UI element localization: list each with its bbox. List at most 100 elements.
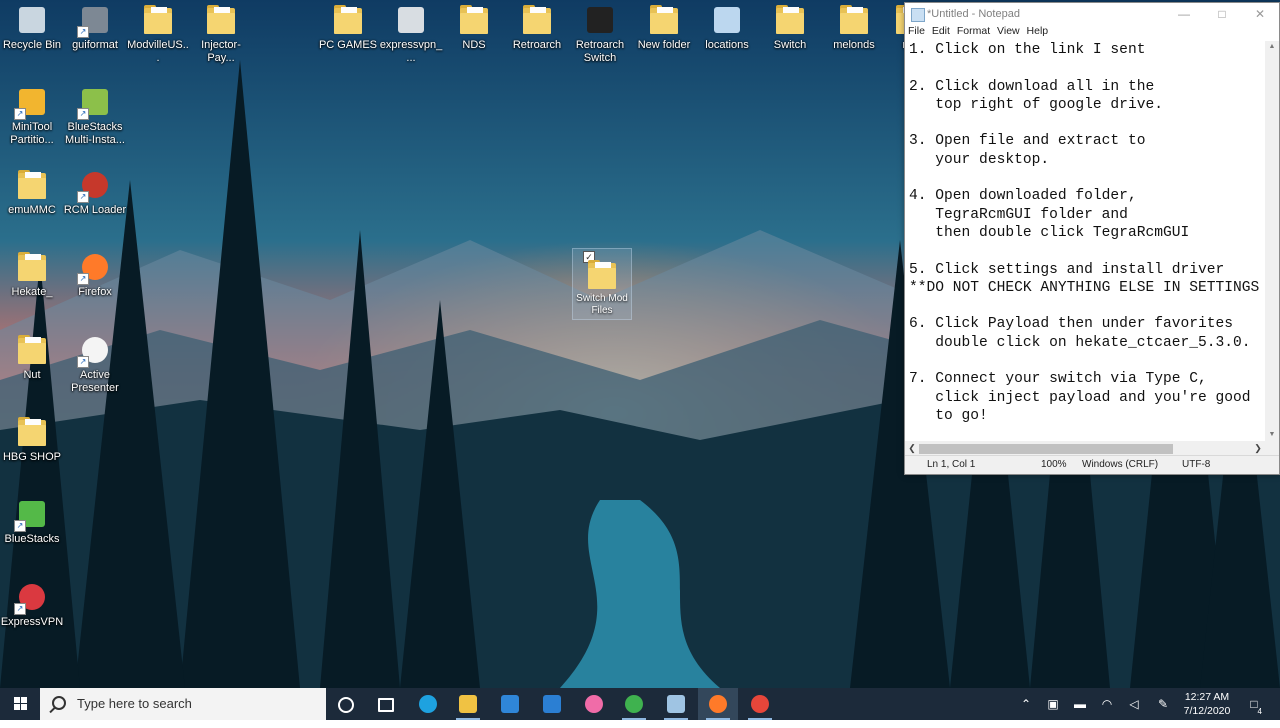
desktop-selected-folder[interactable]: ✓ Switch Mod Files xyxy=(572,248,632,320)
notepad-window[interactable]: *Untitled - Notepad — □ ✕ File Edit Form… xyxy=(904,2,1280,475)
editor-line: double click on hekate_ctcaer_5.3.0. xyxy=(909,334,1251,351)
shortcut-arrow-icon: ↗ xyxy=(14,520,26,532)
scrollbar-corner xyxy=(1265,441,1279,456)
notepad-titlebar[interactable]: *Untitled - Notepad — □ ✕ xyxy=(905,3,1279,25)
editor-line: **DO NOT CHECK ANYTHING ELSE IN SETTINGS xyxy=(909,279,1260,296)
desktop-icon[interactable]: Injector-Pay... xyxy=(189,4,253,65)
status-line-ending: Windows (CRLF) xyxy=(1082,459,1159,470)
folder-icon xyxy=(774,4,806,36)
taskbar-app-notepad[interactable] xyxy=(656,688,696,720)
desktop-icon-label: MiniTool Partitio... xyxy=(10,121,54,146)
desktop-icon[interactable]: ↗ BlueStacks Multi-Insta... xyxy=(63,86,127,147)
desktop-icon[interactable]: locations xyxy=(695,4,759,52)
desktop-icon[interactable]: Retroarch Switch xyxy=(568,4,632,65)
folder-icon xyxy=(521,4,553,36)
menu-file[interactable]: File xyxy=(908,25,925,37)
desktop-icon[interactable]: emuMMC xyxy=(0,169,64,217)
start-button[interactable] xyxy=(0,688,40,720)
taskbar-app-firefox[interactable] xyxy=(698,688,738,720)
desktop-icon[interactable]: Switch xyxy=(758,4,822,52)
desktop-icon[interactable]: HBG SHOP xyxy=(0,416,64,464)
chevron-up-icon[interactable]: ⌃ xyxy=(1013,688,1039,720)
shortcut-arrow-icon: ↗ xyxy=(77,356,89,368)
desktop-icon[interactable]: ↗ BlueStacks xyxy=(0,498,64,546)
active-presenter-icon: ↗ xyxy=(77,334,111,368)
horizontal-scroll-thumb[interactable] xyxy=(919,444,1173,454)
folder-icon xyxy=(142,4,174,36)
desktop-icon[interactable]: New folder xyxy=(632,4,696,52)
desktop-icon-label: PC GAMES xyxy=(318,39,378,51)
shortcut-arrow-icon: ↗ xyxy=(14,603,26,615)
wifi-icon[interactable]: ◠ xyxy=(1094,688,1120,720)
editor-line: ​ xyxy=(909,242,1265,260)
status-zoom: 100% xyxy=(1041,459,1067,470)
desktop-icon-label: HBG SHOP xyxy=(2,451,62,463)
desktop-icon[interactable]: Recycle Bin xyxy=(0,4,64,52)
editor-line: then double click TegraRcmGUI xyxy=(909,224,1190,241)
desktop-icon-label: Injector-Pay... xyxy=(201,39,241,64)
desktop-icon[interactable]: ↗ Active Presenter xyxy=(63,334,127,395)
desktop-icon[interactable]: melonds xyxy=(822,4,886,52)
desktop-icon-label: Retroarch Switch xyxy=(575,39,625,64)
menu-view[interactable]: View xyxy=(997,25,1020,37)
desktop-icon[interactable]: Retroarch xyxy=(505,4,569,52)
windows-logo-icon xyxy=(14,697,27,710)
taskbar-app-mail[interactable] xyxy=(532,688,572,720)
desktop-icon[interactable]: Nut xyxy=(0,334,64,382)
notification-center-button[interactable]: □ 4 xyxy=(1242,688,1266,720)
search-icon xyxy=(52,696,66,710)
scroll-up-icon[interactable]: ▲ xyxy=(1265,41,1279,53)
notepad-icon xyxy=(667,695,685,713)
security-icon[interactable]: ▣ xyxy=(1040,688,1066,720)
vertical-scrollbar[interactable]: ▲ ▼ xyxy=(1265,41,1279,441)
usb-icon[interactable]: ▬ xyxy=(1067,688,1093,720)
desktop-icon[interactable]: ↗ ExpressVPN xyxy=(0,581,64,629)
editor-line: 3. Open file and extract to xyxy=(909,133,1146,150)
folder-icon xyxy=(459,695,477,713)
editor-line: ​ xyxy=(909,297,1265,315)
menu-help[interactable]: Help xyxy=(1027,25,1049,37)
editor-line: ​ xyxy=(909,114,1265,132)
minitool-icon: ↗ xyxy=(14,86,48,120)
retroarch-icon xyxy=(584,4,616,36)
desktop-icon[interactable]: ↗ Firefox xyxy=(63,251,127,299)
scroll-right-icon[interactable]: ❯ xyxy=(1251,441,1265,456)
shortcut-arrow-icon: ↗ xyxy=(77,26,89,38)
desktop-icon[interactable]: PC GAMES xyxy=(316,4,380,52)
taskbar-app-cortana[interactable] xyxy=(326,688,366,720)
taskbar-app-store[interactable] xyxy=(490,688,530,720)
taskbar-app-task-view[interactable] xyxy=(366,688,406,720)
desktop-icon[interactable]: ↗ MiniTool Partitio... xyxy=(0,86,64,147)
minimize-button[interactable]: — xyxy=(1165,3,1203,25)
text-editor-area[interactable]: 1. Click on the link I sent​2. Click dow… xyxy=(905,41,1265,441)
clock-date: 7/12/2020 xyxy=(1183,705,1231,717)
desktop-icon[interactable]: ↗ guiformat xyxy=(63,4,127,52)
desktop-icon-label: Nut xyxy=(23,369,41,381)
scroll-down-icon[interactable]: ▼ xyxy=(1265,429,1279,441)
taskbar-app-vpn[interactable] xyxy=(614,688,654,720)
taskbar-app-file-explorer[interactable] xyxy=(448,688,488,720)
menu-edit[interactable]: Edit xyxy=(932,25,950,37)
taskbar-search-box[interactable]: Type here to search xyxy=(40,688,326,720)
desktop-icon[interactable]: ModvilleUS... xyxy=(126,4,190,65)
menu-format[interactable]: Format xyxy=(957,25,990,37)
taskbar-clock[interactable]: 12:27 AM 7/12/2020 xyxy=(1172,688,1242,720)
editor-line: 1. Click on the link I sent xyxy=(909,42,1146,58)
clock-time: 12:27 AM xyxy=(1184,691,1230,703)
desktop-icon[interactable]: NDS xyxy=(442,4,506,52)
taskbar-app-itunes[interactable] xyxy=(574,688,614,720)
shortcut-arrow-icon: ↗ xyxy=(77,273,89,285)
desktop-icon[interactable]: ↗ RCM Loader xyxy=(63,169,127,217)
taskbar-app-active-presenter[interactable] xyxy=(740,688,780,720)
taskbar-app-edge[interactable] xyxy=(408,688,448,720)
desktop-selected-folder-label: Switch Mod Files xyxy=(576,293,628,316)
notepad-file-icon xyxy=(711,4,743,36)
desktop-icon[interactable]: expressvpn_... xyxy=(379,4,443,65)
maximize-button[interactable]: □ xyxy=(1203,3,1241,25)
editor-line: your desktop. xyxy=(909,151,1050,168)
volume-icon[interactable]: ◁ xyxy=(1121,688,1147,720)
desktop-icon[interactable]: Hekate_ xyxy=(0,251,64,299)
scroll-left-icon[interactable]: ❮ xyxy=(905,441,919,456)
close-button[interactable]: ✕ xyxy=(1241,3,1279,25)
horizontal-scrollbar[interactable]: ❮ ❯ xyxy=(905,441,1265,456)
